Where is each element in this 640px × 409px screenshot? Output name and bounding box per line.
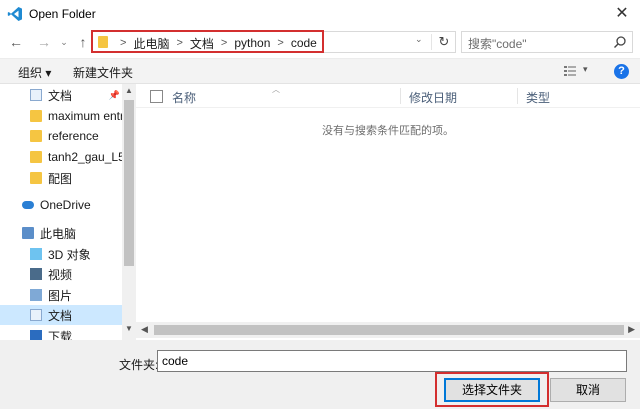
- help-icon[interactable]: ?: [614, 64, 629, 79]
- nav-item-label: OneDrive: [40, 198, 91, 212]
- nav-item-label: 下载: [48, 329, 73, 341]
- column-name[interactable]: 名称: [172, 89, 196, 106]
- horizontal-scrollbar-thumb[interactable]: [154, 325, 624, 335]
- command-toolbar: 组织 ▾ 新建文件夹 ▾ ?: [0, 58, 640, 84]
- search-placeholder: 搜索"code": [468, 37, 527, 51]
- nav-scrollbar[interactable]: ▲ ▼: [122, 84, 136, 340]
- nav-item-reference[interactable]: reference: [0, 126, 122, 146]
- nav-item-label: 文档: [48, 308, 73, 323]
- column-header: ︿ 名称 修改日期 类型: [136, 84, 640, 108]
- view-dropdown-icon[interactable]: ▾: [583, 64, 588, 75]
- column-divider[interactable]: [517, 88, 518, 104]
- column-type[interactable]: 类型: [526, 89, 550, 106]
- sort-indicator-icon: ︿: [272, 85, 280, 94]
- folder-icon: [30, 130, 42, 142]
- nav-scrollbar-thumb[interactable]: [124, 100, 134, 266]
- refresh-icon[interactable]: ↻: [437, 34, 451, 50]
- nav-item-label: 文档: [48, 88, 73, 103]
- back-arrow-icon[interactable]: ←: [7, 33, 25, 51]
- nav-item-label: 配图: [48, 171, 73, 186]
- organize-button[interactable]: 组织 ▾: [18, 64, 51, 81]
- select-button-highlight-box: [435, 372, 549, 407]
- nav-item-tanh2-gau[interactable]: tanh2_gau_L50: [0, 147, 122, 167]
- vscode-icon: [7, 7, 22, 21]
- nav-item-label: 图片: [48, 288, 73, 303]
- address-row: ← → ⌄ ↑ > 此电脑 > 文档 > python > code ⌄ ↻ 搜…: [0, 28, 640, 56]
- computer-icon: [22, 227, 34, 239]
- nav-item-label: 此电脑: [40, 226, 77, 241]
- document-icon: [30, 89, 42, 101]
- cancel-button[interactable]: 取消: [550, 378, 626, 402]
- horizontal-scrollbar[interactable]: ◀ ▶: [136, 322, 640, 338]
- view-options-icon[interactable]: [564, 65, 576, 77]
- scroll-right-icon[interactable]: ▶: [628, 324, 635, 335]
- nav-item-label: tanh2_gau_L50: [48, 150, 122, 164]
- search-icon[interactable]: [613, 35, 627, 49]
- scroll-down-icon[interactable]: ▼: [125, 324, 133, 333]
- forward-arrow-icon[interactable]: →: [35, 33, 53, 51]
- nav-item-pictures[interactable]: 图片: [0, 285, 122, 305]
- video-icon: [30, 268, 42, 280]
- 3d-objects-icon: [30, 248, 42, 260]
- file-list: ︿ 名称 修改日期 类型 没有与搜索条件匹配的项。 ◀ ▶: [136, 84, 640, 340]
- search-input[interactable]: 搜索"code": [461, 31, 633, 53]
- picture-icon: [30, 289, 42, 301]
- recent-locations-dropdown-icon[interactable]: ⌄: [58, 33, 70, 51]
- nav-item-this-pc[interactable]: 此电脑: [0, 223, 122, 243]
- address-highlight-box: [91, 30, 324, 53]
- scroll-up-icon[interactable]: ▲: [125, 86, 133, 95]
- address-divider: [431, 34, 432, 50]
- document-icon: [30, 309, 42, 321]
- column-date-modified[interactable]: 修改日期: [409, 89, 457, 106]
- onedrive-icon: [22, 201, 34, 209]
- pin-icon[interactable]: 📌: [109, 90, 120, 101]
- nav-item-onedrive[interactable]: OneDrive: [0, 195, 122, 215]
- folder-icon: [30, 172, 42, 184]
- new-folder-button[interactable]: 新建文件夹: [73, 64, 133, 81]
- title-bar: Open Folder ✕: [0, 0, 640, 28]
- close-icon[interactable]: ✕: [614, 6, 630, 22]
- address-dropdown-icon[interactable]: ⌄: [415, 34, 425, 45]
- column-divider[interactable]: [400, 88, 401, 104]
- nav-item-peitu[interactable]: 配图: [0, 168, 122, 188]
- folder-icon: [30, 151, 42, 163]
- nav-item-maximum-entro[interactable]: maximum entro: [0, 106, 122, 126]
- select-all-checkbox[interactable]: [150, 90, 163, 103]
- nav-item-downloads[interactable]: 下载: [0, 326, 122, 340]
- folder-label: 文件夹:: [119, 358, 159, 372]
- empty-message: 没有与搜索条件匹配的项。: [322, 125, 454, 137]
- nav-item-label: maximum entro: [48, 109, 122, 123]
- dialog-footer: 文件夹: 选择文件夹 取消: [0, 340, 640, 409]
- nav-item-3d-objects[interactable]: 3D 对象: [0, 244, 122, 264]
- nav-item-label: 3D 对象: [48, 247, 91, 262]
- download-icon: [30, 330, 42, 340]
- navigation-pane: 文档 📌 maximum entro reference tanh2_gau_L…: [0, 84, 136, 340]
- nav-item-documents[interactable]: 文档: [0, 305, 122, 325]
- window-title: Open Folder: [29, 7, 96, 21]
- folder-icon: [30, 110, 42, 122]
- up-arrow-icon[interactable]: ↑: [74, 33, 92, 51]
- nav-item-videos[interactable]: 视频: [0, 264, 122, 284]
- nav-item-label: 视频: [48, 267, 73, 282]
- scroll-left-icon[interactable]: ◀: [141, 324, 148, 335]
- nav-item-label: reference: [48, 129, 99, 143]
- nav-item-documents-quick[interactable]: 文档 📌: [0, 85, 122, 105]
- folder-name-input[interactable]: [157, 350, 627, 372]
